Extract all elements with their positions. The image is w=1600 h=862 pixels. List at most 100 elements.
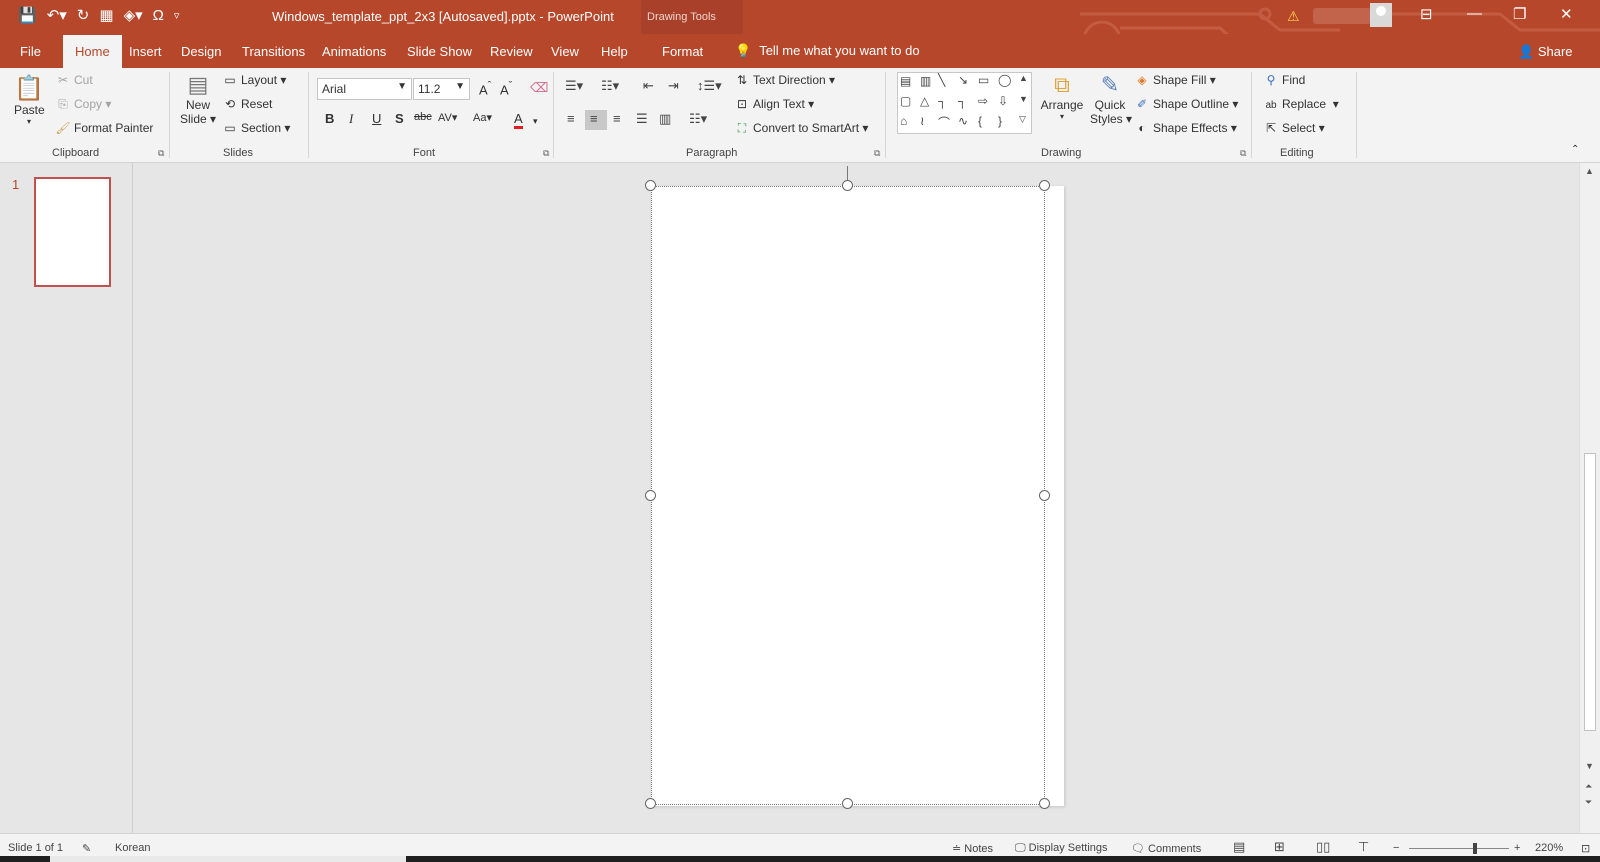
increase-indent-icon[interactable]: ⇥: [668, 78, 679, 94]
arc-icon[interactable]: ⌒: [938, 114, 950, 131]
arrow-line-icon[interactable]: ↘: [958, 73, 968, 87]
reading-view-icon[interactable]: ▯▯: [1316, 839, 1330, 855]
undo-icon[interactable]: ↶▾: [47, 6, 67, 26]
vertical-scrollbar[interactable]: ▲ ▼ ⏶ ⏷: [1579, 163, 1600, 833]
distributed-icon[interactable]: ▥: [659, 111, 671, 127]
font-color-icon[interactable]: A: [514, 111, 523, 129]
redo-icon[interactable]: ↻: [77, 6, 90, 26]
save-icon[interactable]: 💾: [18, 6, 37, 26]
align-right-icon[interactable]: ≡: [613, 111, 621, 126]
replace-button[interactable]: ab Replace ▾: [1263, 97, 1338, 111]
curve-icon[interactable]: ∿: [958, 114, 968, 128]
strikethrough-icon[interactable]: abc: [414, 111, 432, 123]
change-case-icon[interactable]: Aa▾: [473, 111, 492, 124]
comments-button[interactable]: 🗨 Comments: [1131, 842, 1201, 855]
freeform-icon[interactable]: ⌂: [900, 114, 907, 128]
font-size-combo[interactable]: 11.2 ▼: [413, 78, 470, 100]
restore-icon[interactable]: ❐: [1513, 5, 1526, 23]
tell-me-search[interactable]: 💡 Tell me what you want to do: [735, 43, 920, 59]
scroll-up-icon[interactable]: ▲: [1585, 166, 1594, 176]
textbox-icon[interactable]: ▤: [900, 74, 911, 88]
vertical-textbox-icon[interactable]: ▥: [920, 74, 931, 88]
resize-handle-ne[interactable]: [1039, 180, 1050, 191]
resize-handle-se[interactable]: [1039, 798, 1050, 809]
collapse-ribbon-icon[interactable]: ⌃: [1571, 144, 1579, 155]
resize-handle-nw[interactable]: [645, 180, 656, 191]
tab-design[interactable]: Design: [181, 44, 221, 59]
new-slide-button[interactable]: ▤ New Slide ▾: [180, 72, 216, 126]
shape-outline-button[interactable]: ✐ Shape Outline ▾: [1134, 97, 1238, 111]
resize-handle-e[interactable]: [1039, 490, 1050, 501]
zoom-out-icon[interactable]: −: [1393, 842, 1399, 854]
shape-effects-button[interactable]: ◐ Shape Effects ▾: [1134, 121, 1236, 135]
next-slide-icon[interactable]: ⏷: [1585, 797, 1592, 808]
shadow-icon[interactable]: S: [395, 111, 404, 126]
right-brace-icon[interactable]: }: [998, 114, 1002, 128]
account-name[interactable]: [1313, 8, 1371, 24]
tab-animations[interactable]: Animations: [322, 44, 386, 59]
zoom-slider-track[interactable]: [1409, 848, 1509, 849]
resize-handle-s[interactable]: [842, 798, 853, 809]
columns-icon[interactable]: ☷▾: [689, 111, 707, 127]
copy-button[interactable]: ⎘ Copy ▾: [55, 97, 111, 112]
presentation-icon[interactable]: ▦: [99, 6, 113, 26]
shapes-gallery[interactable]: ▤ ▥ ╲ ↘ ▭ ◯ ▢ △ ┐ ┐ ⇨ ⇩ ⌂ ≀ ⌒ ∿ { } ▲ ▼ …: [897, 72, 1032, 134]
omega-icon[interactable]: Ω: [153, 6, 164, 26]
reset-button[interactable]: ⟲ Reset: [222, 97, 272, 111]
decrease-font-icon[interactable]: Aˇ: [500, 80, 512, 97]
tab-help[interactable]: Help: [601, 44, 628, 59]
scrollbar-thumb[interactable]: [1584, 453, 1596, 731]
select-button[interactable]: ⇱ Select ▾: [1263, 121, 1325, 135]
customize-icon[interactable]: ▿: [174, 6, 180, 26]
increase-font-icon[interactable]: Aˆ: [479, 80, 491, 97]
decrease-indent-icon[interactable]: ⇤: [643, 78, 654, 94]
tab-review[interactable]: Review: [490, 44, 533, 59]
format-painter-button[interactable]: 🖌 Format Painter: [55, 121, 153, 135]
tab-slideshow[interactable]: Slide Show: [407, 44, 472, 59]
layout-button[interactable]: ▭ Layout ▾: [222, 73, 286, 87]
gallery-more-icon[interactable]: ▽: [1019, 114, 1026, 125]
right-arrow-icon[interactable]: ⇨: [978, 94, 988, 108]
shape-fill-button[interactable]: ◈ Shape Fill ▾: [1134, 73, 1215, 87]
elbow-connector-icon[interactable]: ┐: [938, 94, 947, 108]
bold-icon[interactable]: B: [325, 111, 334, 126]
italic-icon[interactable]: I: [349, 111, 353, 127]
resize-handle-n[interactable]: [842, 180, 853, 191]
drawing-launcher-icon[interactable]: ⧉: [1240, 148, 1246, 159]
clipboard-launcher-icon[interactable]: ⧉: [158, 148, 164, 159]
line-icon[interactable]: ╲: [938, 73, 945, 87]
resize-handle-sw[interactable]: [645, 798, 656, 809]
tab-insert[interactable]: Insert: [129, 44, 162, 59]
selected-shape[interactable]: [651, 186, 1045, 805]
ribbon-display-icon[interactable]: ⊟: [1420, 5, 1433, 23]
left-brace-icon[interactable]: {: [978, 114, 982, 128]
tab-format[interactable]: Format: [662, 44, 703, 59]
previous-slide-icon[interactable]: ⏶: [1585, 781, 1592, 792]
normal-view-icon[interactable]: ▤: [1233, 839, 1245, 855]
resize-handle-w[interactable]: [645, 490, 656, 501]
paragraph-launcher-icon[interactable]: ⧉: [874, 148, 880, 159]
zoom-in-icon[interactable]: +: [1514, 842, 1520, 854]
tab-home[interactable]: Home: [63, 35, 122, 68]
numbering-icon[interactable]: ☷▾: [601, 78, 619, 94]
line-spacing-icon[interactable]: ↕☰▾: [697, 78, 722, 94]
paste-button[interactable]: 📋 Paste ▾: [14, 74, 45, 126]
chevron-down-icon[interactable]: ▾: [533, 116, 538, 127]
share-button[interactable]: 👤 Share: [1518, 44, 1573, 60]
align-left-icon[interactable]: ≡: [567, 111, 575, 126]
warning-icon[interactable]: ⚠: [1287, 8, 1300, 25]
find-button[interactable]: ⚲ Find: [1263, 73, 1306, 87]
minimize-icon[interactable]: —: [1467, 5, 1482, 22]
gallery-up-icon[interactable]: ▲: [1019, 73, 1028, 83]
rounded-rect-icon[interactable]: ▢: [900, 94, 911, 108]
slide-thumbnail[interactable]: [34, 177, 111, 287]
clear-formatting-icon[interactable]: ⌫: [530, 80, 548, 96]
oval-icon[interactable]: ◯: [998, 73, 1011, 87]
paint-icon[interactable]: ◈▾: [124, 6, 143, 26]
zoom-level[interactable]: 220%: [1535, 842, 1563, 854]
gallery-down-icon[interactable]: ▼: [1019, 94, 1028, 104]
slideshow-view-icon[interactable]: ⊤: [1358, 839, 1369, 855]
align-text-button[interactable]: ⊡ Align Text ▾: [734, 97, 814, 111]
triangle-icon[interactable]: △: [920, 94, 929, 108]
text-direction-button[interactable]: ⇅ Text Direction ▾: [734, 73, 835, 87]
